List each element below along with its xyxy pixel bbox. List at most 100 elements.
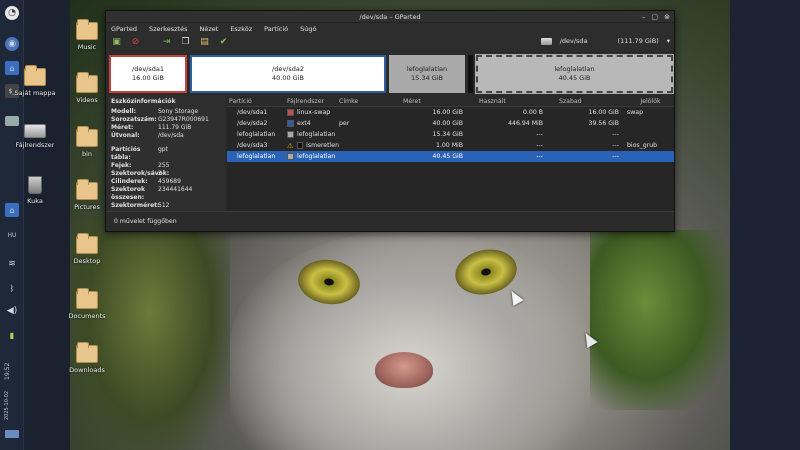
home-folder-icon (24, 65, 46, 86)
desktop-icon-label: Documents (68, 312, 106, 320)
resize-move-icon[interactable]: ⇥ (161, 37, 172, 48)
copy-icon[interactable]: ❐ (180, 37, 191, 48)
cell-free: --- (612, 131, 619, 138)
window-titlebar[interactable]: /dev/sda – GParted – ▢ ⊗ (106, 11, 674, 23)
cell-size: 1.00 MiB (435, 142, 463, 149)
desktop-icon-documents[interactable]: Documents (57, 288, 117, 320)
filesystem-name: ext4 (297, 120, 311, 127)
device-selector[interactable]: /dev/sda (111.79 GiB) ▾ (540, 37, 670, 45)
info-key: Méret: (111, 124, 134, 131)
info-key: Szektorok/sávok: (111, 170, 170, 177)
gparted-window: /dev/sda – GParted – ▢ ⊗ GParted Szerkes… (105, 10, 675, 232)
wallpaper-cat-face (230, 230, 590, 450)
info-sector-size: 512 (158, 202, 170, 209)
filesystem-name: linux-swap (297, 109, 331, 116)
maximize-icon[interactable]: ▢ (652, 13, 659, 21)
browser-icon[interactable]: ◉ (5, 37, 19, 51)
desktop-icon-home[interactable]: Saját mappa (5, 65, 65, 97)
partition-block-sda3[interactable] (468, 55, 473, 93)
column-header-used[interactable]: Használt (467, 98, 547, 105)
cell-used: 446.94 MiB (508, 120, 543, 127)
info-size: 111.79 GiB (158, 124, 192, 131)
cell-used: --- (536, 153, 543, 160)
partition-block-name: /dev/sda1 (132, 64, 164, 73)
menu-help[interactable]: Súgó (300, 25, 316, 33)
partition-table: Partíció Fájlrendszer Címke Méret Haszná… (227, 96, 674, 211)
cell-partition: /dev/sda2 (237, 120, 268, 127)
folder-icon (76, 179, 98, 200)
desktop-icon-label: Saját mappa (14, 89, 56, 97)
info-key: Cilinderek: (111, 178, 148, 185)
column-header-partition[interactable]: Partíció (227, 98, 287, 105)
paste-icon[interactable]: ▤ (199, 37, 210, 48)
desktop-icon-trash[interactable]: Kuka (5, 176, 65, 205)
menu-view[interactable]: Nézet (199, 25, 218, 33)
menu-gparted[interactable]: GParted (111, 25, 137, 33)
partition-block-unallocated-2[interactable]: lefoglalatlan 40.45 GiB (475, 54, 674, 94)
partition-block-sda1[interactable]: /dev/sda1 16.00 GiB (109, 55, 187, 93)
filesystem-color-swatch (287, 153, 294, 160)
column-header-free[interactable]: Szabad (547, 98, 623, 105)
desktop-icon-label: Kuka (27, 197, 43, 205)
folder-icon (76, 288, 98, 309)
partition-block-name: lefoglalatlan (554, 64, 595, 73)
cell-size: 40.45 GiB (432, 153, 463, 160)
desktop-icon-label: Music (77, 43, 97, 51)
filesystem-name: ismeretlen (306, 142, 339, 149)
minimize-icon[interactable]: – (642, 13, 646, 21)
desktop-icon-label: Downloads (69, 366, 105, 374)
desktop-icon-filesystem[interactable]: Fájlrendszer (5, 122, 65, 149)
partition-block-size: 15.34 GiB (411, 74, 443, 82)
partition-block-sda2[interactable]: /dev/sda2 40.00 GiB (190, 55, 386, 93)
column-header-flags[interactable]: Jelölők (623, 98, 674, 105)
column-header-filesystem[interactable]: Fájlrendszer (287, 98, 339, 105)
cell-free: 16.00 GiB (588, 109, 619, 116)
partition-block-size: 40.00 GiB (272, 74, 304, 82)
desktop-switch-icon[interactable]: ⌂ (5, 203, 19, 217)
partition-block-size: 16.00 GiB (132, 74, 164, 82)
table-row[interactable]: /dev/sda2 ext4 per 40.00 GiB 446.94 MiB 39.56… (227, 118, 674, 129)
menu-icon[interactable]: ◔ (5, 6, 19, 20)
keyboard-icon[interactable] (5, 430, 19, 438)
info-partition-table: gpt (158, 146, 168, 153)
clock-date[interactable]: 2025-10-02 (4, 384, 20, 420)
menu-partition[interactable]: Partíció (264, 25, 288, 33)
table-row[interactable]: /dev/sda1 linux-swap 16.00 GiB 0.00 B 16.00 … (227, 107, 674, 118)
battery-icon[interactable]: ▮ (3, 327, 21, 343)
delete-icon[interactable]: ⊘ (130, 37, 141, 48)
keyboard-layout[interactable]: HU (0, 232, 24, 239)
info-model: Sony Storage (158, 108, 199, 115)
chevron-down-icon: ▾ (666, 37, 670, 45)
table-row[interactable]: lefoglalatlan lefoglalatlan 15.34 GiB --- --… (227, 129, 674, 140)
filesystem-color-swatch (297, 142, 304, 149)
device-size: (111.79 GiB) (617, 37, 659, 45)
pending-operations: 0 művelet függőben (114, 218, 177, 225)
info-serial: G23947R000691 (158, 116, 209, 123)
desktop-icon-desktop[interactable]: Desktop (57, 233, 117, 265)
info-sectors-per-track: 2 (158, 170, 162, 177)
close-icon[interactable]: ⊗ (664, 13, 670, 21)
apply-icon[interactable]: ✔ (218, 37, 229, 48)
column-header-label[interactable]: Címke (339, 98, 391, 105)
clock-time[interactable]: 19:52 (4, 356, 20, 380)
cell-filesystem: lefoglalatlan (287, 153, 339, 160)
column-header-size[interactable]: Méret (391, 98, 467, 105)
bluetooth-icon[interactable]: ᛒ (3, 280, 21, 296)
table-row[interactable]: /dev/sda3 ⚠ ismeretlen 1.00 MiB --- --- bios_g… (227, 140, 674, 151)
folder-icon (76, 72, 98, 93)
table-row[interactable]: lefoglalatlan lefoglalatlan 40.45 GiB --- --… (227, 151, 674, 162)
menu-device[interactable]: Eszköz (230, 25, 252, 33)
partition-map: /dev/sda1 16.00 GiB /dev/sda2 40.00 GiB … (108, 54, 674, 94)
folder-icon (76, 342, 98, 363)
info-path: /dev/sda (158, 132, 184, 139)
menu-edit[interactable]: Szerkesztés (149, 25, 187, 33)
new-partition-icon[interactable]: ▣ (111, 37, 122, 48)
wifi-icon[interactable]: ≋ (3, 256, 21, 272)
cell-filesystem: lefoglalatlan (287, 131, 339, 138)
desktop-icon-downloads[interactable]: Downloads (57, 342, 117, 374)
cell-flags: swap (627, 109, 644, 116)
toolbar: ▣ ⊘ ⇥ ❐ ▤ ✔ /dev/sda (111.79 GiB) ▾ (106, 34, 674, 50)
partition-block-unallocated-1[interactable]: lefoglalatlan 15.34 GiB (389, 55, 465, 93)
device-info-pane: Eszközinformációk Modell: Sony Storage So… (108, 96, 225, 211)
volume-icon[interactable]: ◀) (3, 303, 21, 319)
